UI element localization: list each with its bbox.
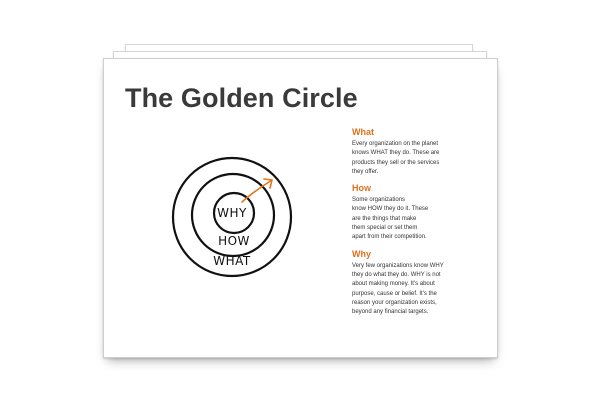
body-line: know HOW they do it. These: [352, 206, 429, 213]
label-why: WHY: [217, 206, 247, 220]
slide-stack-stage: The Golden Circle WHY HOW WHAT What Ever…: [0, 0, 600, 400]
body-line: beyond any financial targets.: [352, 309, 429, 316]
body-line: Some organizations: [352, 197, 406, 204]
section-body-what: Every organization on the planet knows W…: [352, 140, 462, 177]
body-line: reason your organization exists,: [352, 299, 437, 306]
body-line: Every organization on the planet: [352, 141, 439, 147]
slide-title: The Golden Circle: [125, 83, 358, 113]
body-line: purpose, cause or belief. It's the: [352, 290, 437, 297]
section-how: How Some organizations know HOW they do …: [352, 183, 462, 242]
body-line: Very few organizations know WHY: [352, 262, 444, 269]
front-slide: The Golden Circle WHY HOW WHAT What Ever…: [103, 58, 498, 358]
body-line: knows WHAT they do. These are: [352, 150, 440, 157]
body-line: they offer.: [352, 168, 379, 175]
body-line: about making money. It's about: [352, 281, 435, 288]
body-line: them special or set them: [352, 225, 418, 232]
section-what: What Every organization on the planet kn…: [352, 127, 462, 177]
section-heading-why: Why: [352, 248, 371, 259]
body-line: they do what they do. WHY is not: [352, 271, 441, 278]
section-body-why: Very few organizations know WHY they do …: [352, 262, 462, 318]
label-how: HOW: [218, 234, 250, 248]
definitions-column: What Every organization on the planet kn…: [352, 127, 462, 323]
body-line: are the things that make: [352, 215, 417, 222]
section-heading-how: How: [352, 183, 371, 194]
golden-circle-diagram: WHY HOW WHAT: [171, 156, 293, 278]
section-body-how: Some organizations know HOW they do it. …: [352, 196, 462, 242]
section-heading-what: What: [352, 127, 374, 137]
label-what: WHAT: [213, 254, 251, 268]
body-line: products they sell or the services: [352, 159, 440, 166]
section-why: Why Very few organizations know WHY they…: [352, 249, 462, 318]
body-line: apart from their competition.: [352, 234, 427, 241]
